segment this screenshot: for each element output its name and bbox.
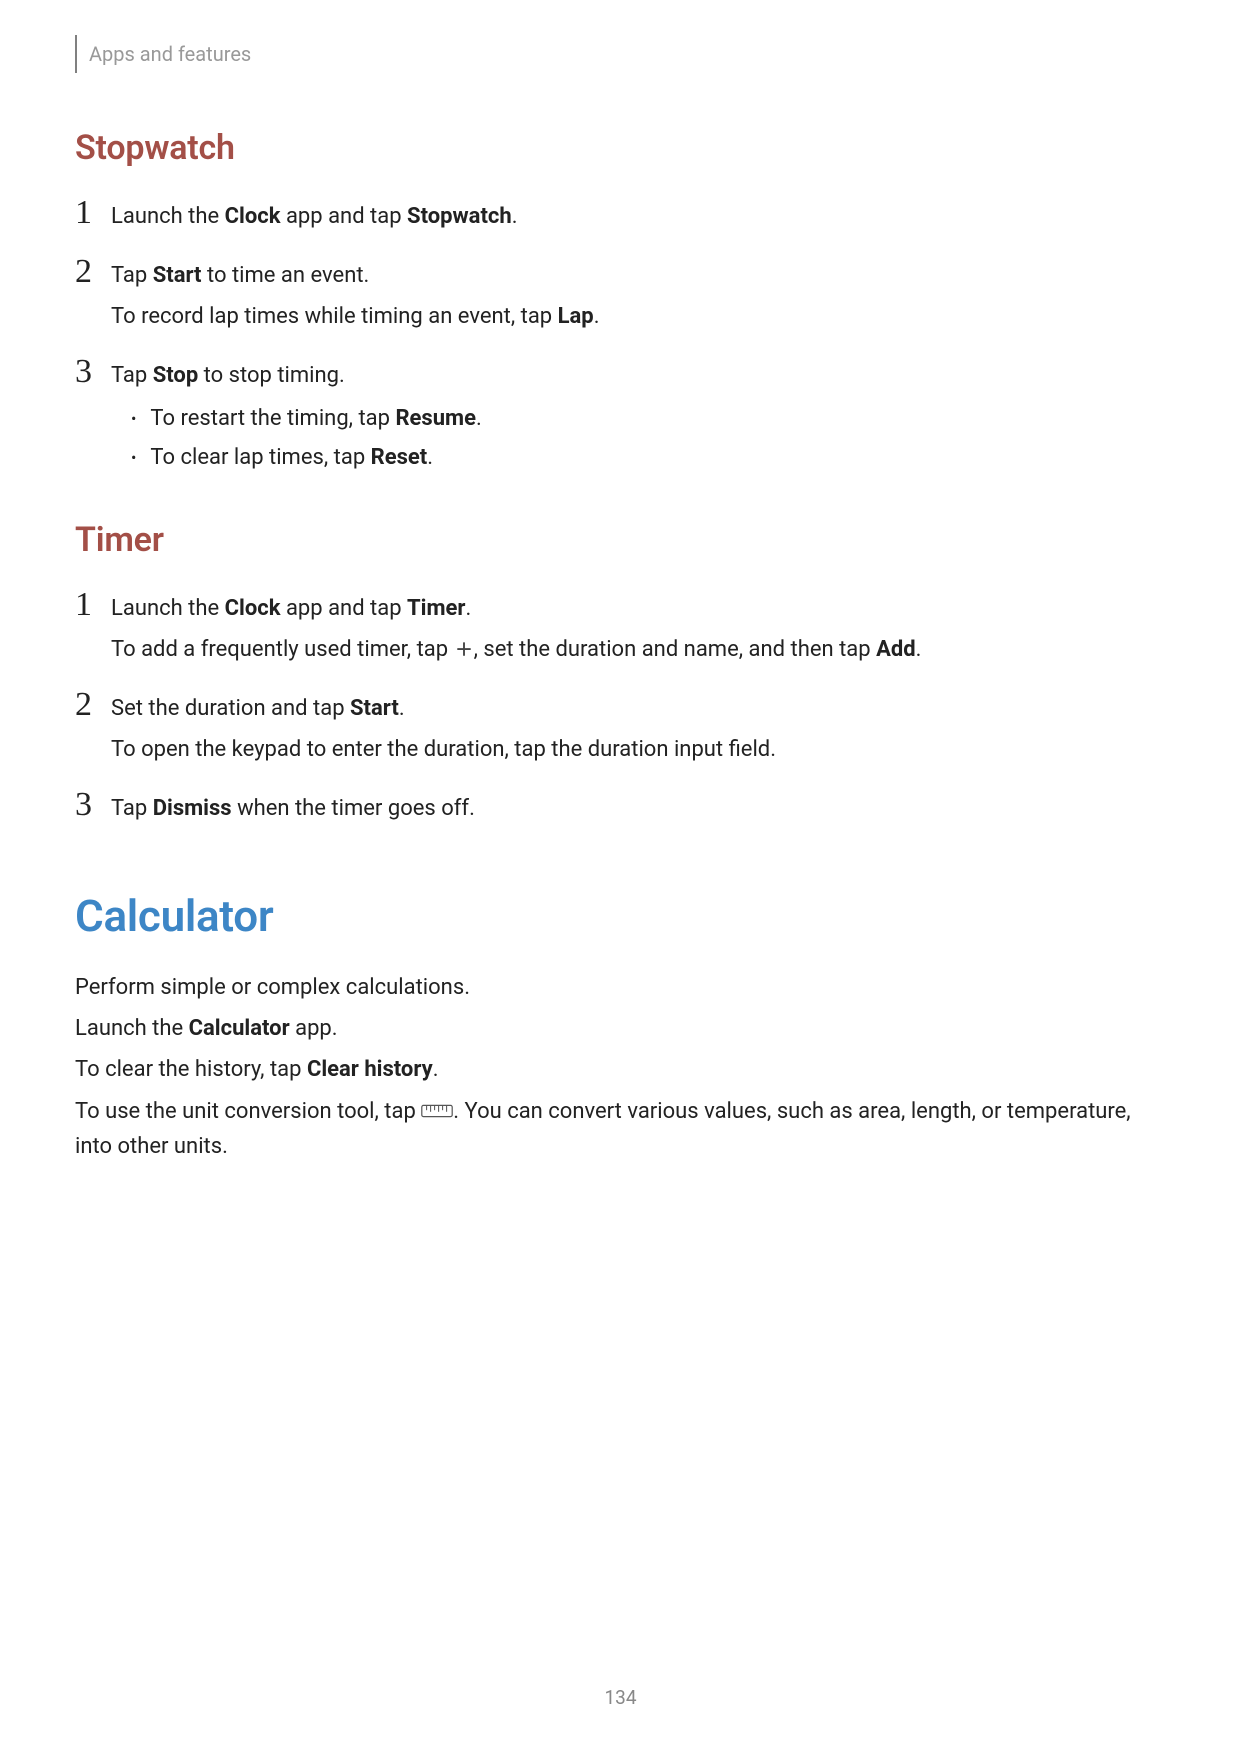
bullet-dot-icon: • [131,441,136,471]
step-text: Launch the Clock app and tap Timer. [111,592,1166,625]
step-text: Tap Dismiss when the timer goes off. [111,792,1166,825]
step-number: 3 [75,788,111,822]
step-text: Launch the Clock app and tap Stopwatch. [111,200,1166,233]
breadcrumb: Apps and features [75,30,1166,73]
calculator-para: To use the unit conversion tool, tap . Y… [75,1094,1166,1164]
step-text: Tap Stop to stop timing. [111,359,1166,392]
breadcrumb-text: Apps and features [89,42,251,66]
plus-icon [454,639,474,659]
heading-timer: Timer [75,520,1166,560]
step-number: 2 [75,255,111,289]
calculator-para: To clear the history, tap Clear history. [75,1052,1166,1087]
stopwatch-step-1: 1 Launch the Clock app and tap Stopwatch… [75,196,1166,233]
stopwatch-step-3: 3 Tap Stop to stop timing. • To restart … [75,355,1166,480]
timer-step-3: 3 Tap Dismiss when the timer goes off. [75,788,1166,825]
bullet-dot-icon: • [131,402,136,432]
calculator-para: Launch the Calculator app. [75,1011,1166,1046]
calculator-para: Perform simple or complex calculations. [75,970,1166,1005]
stopwatch-step-2: 2 Tap Start to time an event. To record … [75,255,1166,333]
step-number: 3 [75,355,111,389]
timer-step-2: 2 Set the duration and tap Start. To ope… [75,688,1166,766]
step-text: To record lap times while timing an even… [111,300,1166,333]
timer-step-1: 1 Launch the Clock app and tap Timer. To… [75,588,1166,666]
ruler-icon [421,1102,453,1120]
step-number: 2 [75,688,111,722]
breadcrumb-rule [75,35,77,73]
step-text: Tap Start to time an event. [111,259,1166,292]
step-number: 1 [75,196,111,230]
bullet-item: • To clear lap times, tap Reset. [131,441,1166,474]
bullet-text: To clear lap times, tap Reset. [150,441,433,474]
step-text: Set the duration and tap Start. [111,692,1166,725]
step-number: 1 [75,588,111,622]
page-number: 134 [0,1686,1241,1709]
step-text: To open the keypad to enter the duration… [111,733,1166,766]
bullet-item: • To restart the timing, tap Resume. [131,402,1166,435]
bullet-text: To restart the timing, tap Resume. [150,402,481,435]
heading-stopwatch: Stopwatch [75,128,1166,168]
heading-calculator: Calculator [75,890,1166,942]
step-text: To add a frequently used timer, tap , se… [111,633,1166,666]
